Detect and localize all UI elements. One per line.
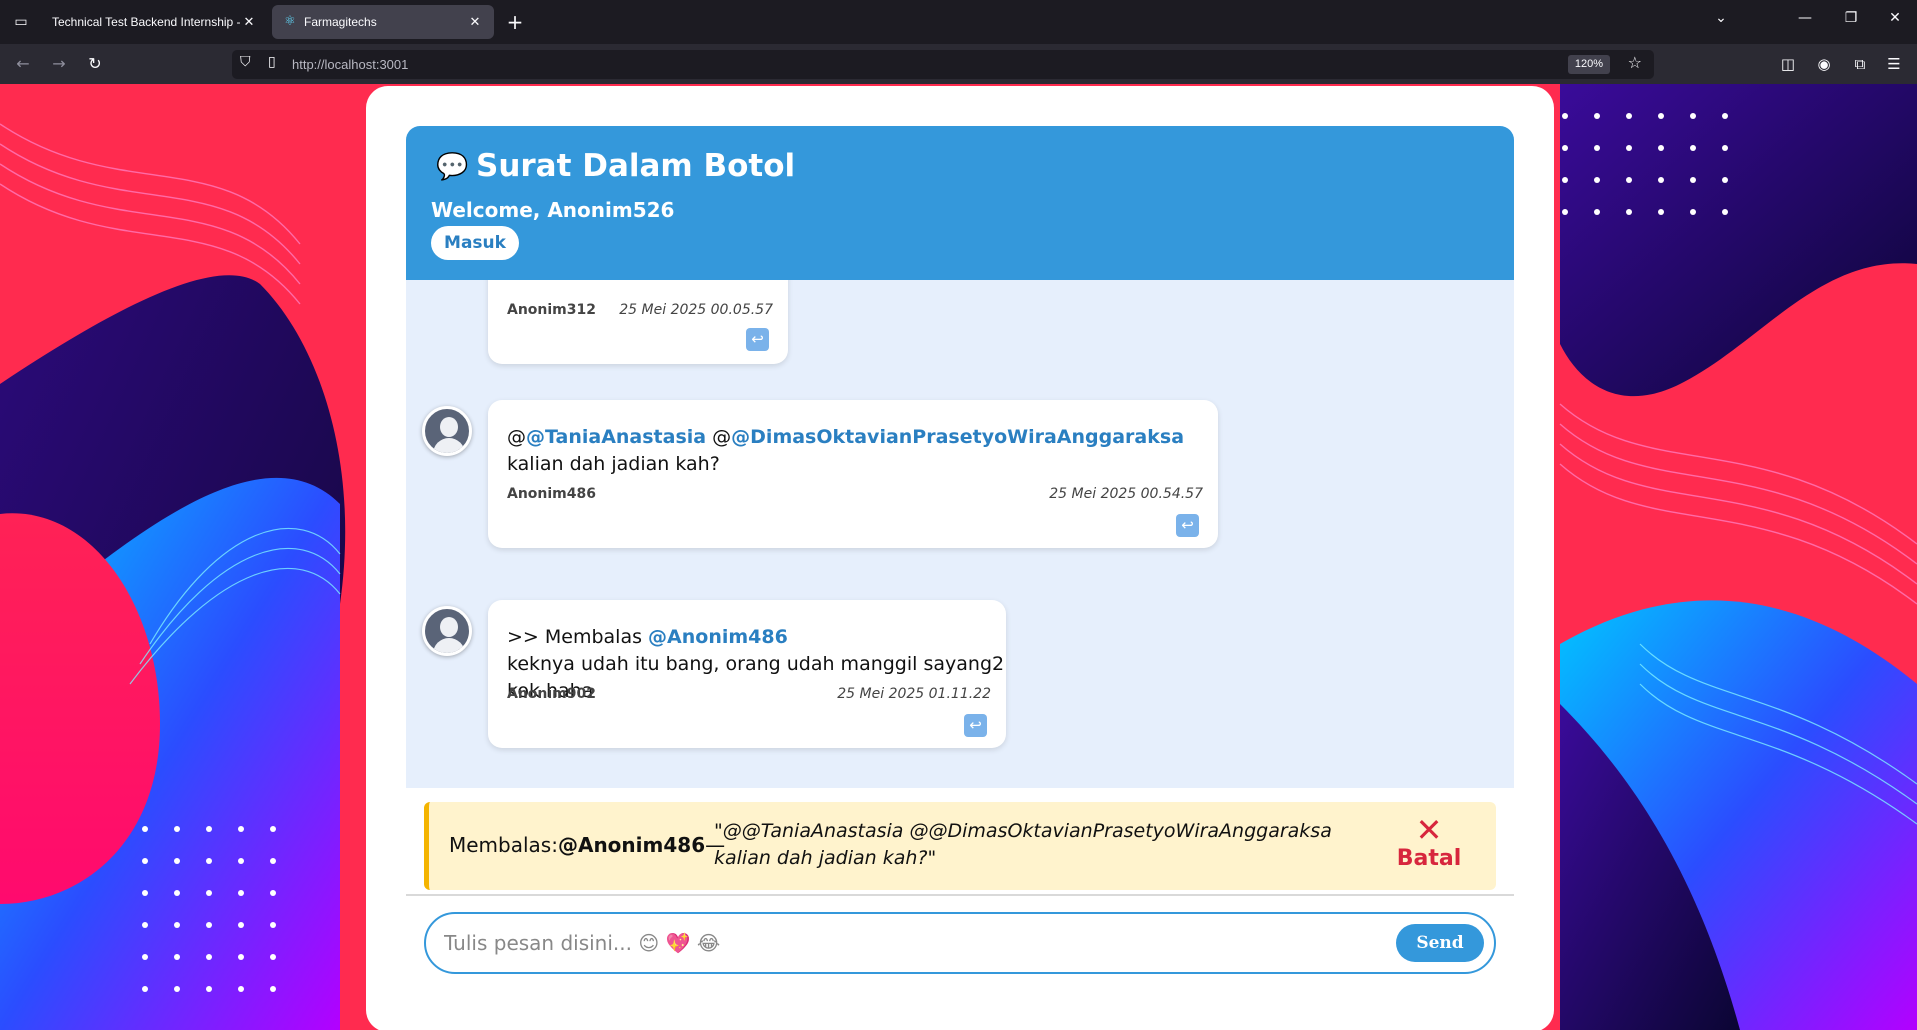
message-composer: Send	[424, 912, 1496, 974]
tab-title: Technical Test Backend Internship -	[52, 15, 240, 29]
chat-header: 💬 Surat Dalam Botol Welcome, Anonim526 M…	[406, 126, 1514, 280]
message-time: 25 Mei 2025 00.54.57	[1049, 486, 1203, 502]
close-icon[interactable]: ✕	[466, 15, 484, 30]
mention-link[interactable]: @DimasOktavianPrasetyoWiraAnggaraksa	[731, 426, 1184, 448]
reply-icon[interactable]: ↩	[746, 328, 769, 351]
browser-tab-bar: ▭ Technical Test Backend Internship - ✕ …	[0, 0, 1917, 44]
reply-icon[interactable]: ↩	[964, 714, 987, 737]
message-list[interactable]: Anonim312 25 Mei 2025 00.05.57 ↩ @@Tania…	[406, 280, 1514, 788]
chevron-down-icon[interactable]: ⌄	[1706, 10, 1736, 26]
mention-link[interactable]: @TaniaAnastasia	[526, 426, 706, 448]
message-sender: Anonim312	[507, 302, 596, 318]
close-x-icon: ✕	[1415, 811, 1443, 849]
cancel-label: Batal	[1396, 846, 1462, 871]
bookmark-star-icon[interactable]: ☆	[1628, 53, 1642, 72]
restore-icon[interactable]: ❐	[1836, 10, 1866, 26]
welcome-text: Welcome, Anonim526	[431, 198, 675, 222]
menu-hamburger-icon[interactable]: ☰	[1882, 53, 1906, 75]
speech-bubble-icon: 💬	[436, 152, 469, 182]
message-bubble: >> Membalas @Anonim486 keknya udah itu ba…	[488, 600, 1006, 748]
forward-arrow-icon[interactable]: →	[46, 52, 72, 76]
login-button[interactable]: Masuk	[431, 226, 519, 260]
pocket-icon[interactable]: ◫	[1776, 53, 1800, 75]
chat-card: 💬 Surat Dalam Botol Welcome, Anonim526 M…	[366, 86, 1554, 1030]
reload-icon[interactable]: ↻	[82, 52, 108, 76]
url-text[interactable]: http://localhost:3001	[292, 57, 408, 72]
extensions-icon[interactable]: ⧉	[1848, 53, 1872, 75]
send-button[interactable]: Send	[1396, 924, 1484, 962]
tab-list-icon[interactable]: ▭	[8, 10, 34, 34]
divider	[406, 894, 1514, 896]
page-icon[interactable]: ▯	[268, 54, 276, 70]
back-arrow-icon[interactable]: ←	[10, 52, 36, 76]
new-tab-plus-icon[interactable]: +	[502, 9, 528, 35]
address-bar[interactable]: ⛉ ▯ http://localhost:3001 120% ☆	[232, 50, 1654, 79]
minimize-icon[interactable]: —	[1790, 10, 1820, 26]
message-input[interactable]	[444, 926, 1384, 960]
react-icon: ⚛	[284, 14, 296, 29]
avatar	[422, 406, 472, 456]
window-close-icon[interactable]: ✕	[1880, 10, 1910, 26]
browser-tab-technical-test[interactable]: Technical Test Backend Internship - ✕	[42, 5, 268, 39]
message-time: 25 Mei 2025 01.11.22	[837, 686, 991, 702]
browser-tab-farmagitechs[interactable]: ⚛ Farmagitechs ✕	[272, 5, 494, 39]
message-bubble: @@TaniaAnastasia @@DimasOktavianPrasetyo…	[488, 400, 1218, 548]
message-text: @@TaniaAnastasia @@DimasOktavianPrasetyo…	[507, 426, 1185, 475]
shield-icon[interactable]: ⛉	[240, 54, 251, 70]
account-icon[interactable]: ◉	[1812, 53, 1836, 75]
message-sender: Anonim486	[507, 486, 596, 502]
tab-title: Farmagitechs	[304, 15, 377, 29]
cancel-reply-button[interactable]: ✕ Batal	[1389, 814, 1469, 871]
reply-label: Membalas:@Anonim486—	[449, 833, 726, 857]
reply-icon[interactable]: ↩	[1176, 514, 1199, 537]
reply-quote: "@@TaniaAnastasia @@DimasOktavianPrasety…	[714, 820, 1332, 869]
message-time: 25 Mei 2025 00.05.57	[619, 302, 773, 318]
browser-nav-bar: ← → ↻ ⛉ ▯ http://localhost:3001 120% ☆ ◫…	[0, 44, 1917, 84]
reply-preview: Membalas:@Anonim486— "@@TaniaAnastasia @…	[424, 802, 1496, 890]
message-sender: Anonim902	[507, 686, 596, 702]
close-icon[interactable]: ✕	[240, 15, 258, 30]
mention-link[interactable]: @Anonim486	[648, 626, 788, 648]
zoom-level-badge[interactable]: 120%	[1567, 55, 1610, 74]
app-title: Surat Dalam Botol	[476, 148, 796, 184]
message-bubble: Anonim312 25 Mei 2025 00.05.57 ↩	[488, 280, 788, 364]
avatar	[422, 606, 472, 656]
